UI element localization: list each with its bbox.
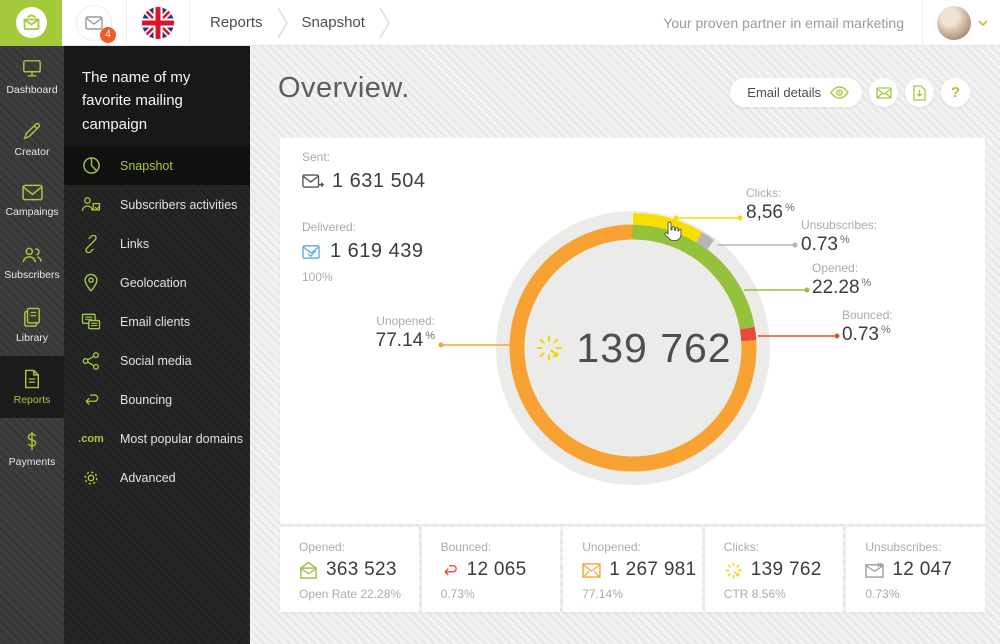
share-icon <box>78 351 104 370</box>
pencil-icon <box>23 122 41 139</box>
topbar-right: Your proven partner in email marketing <box>663 0 1000 46</box>
divider <box>126 0 127 46</box>
menu-item-bouncing[interactable]: Bouncing <box>64 380 250 419</box>
user-menu[interactable] <box>922 0 1000 46</box>
email-details-button[interactable]: Email details <box>730 78 862 107</box>
dollar-icon <box>27 431 37 450</box>
divider <box>189 0 190 46</box>
report-icon <box>24 369 40 388</box>
sidebar-item-dashboard[interactable]: Dashboard <box>0 46 64 108</box>
notification-badge: 4 <box>100 26 116 43</box>
library-icon <box>24 307 40 327</box>
bounce-arrow-icon <box>443 564 457 575</box>
gear-icon <box>78 469 104 487</box>
avatar <box>937 5 971 40</box>
topbar: 4 Reports Snapshot Your proven partner i… <box>0 0 1000 46</box>
clicks-icon <box>725 562 742 578</box>
envelope-icon <box>21 184 43 201</box>
app-logo[interactable] <box>0 0 62 46</box>
question-mark-icon: ? <box>950 84 961 101</box>
uk-flag-icon <box>142 6 174 39</box>
sidebar: Dashboard Creator Campaings Subscribers … <box>0 46 64 644</box>
sidebar-item-payments[interactable]: Payments <box>0 418 64 480</box>
screens-icon <box>78 313 104 330</box>
help-button[interactable]: ? <box>941 78 970 107</box>
sidebar-item-campaigns[interactable]: Campaings <box>0 170 64 232</box>
notifications-button[interactable]: 4 <box>76 4 116 43</box>
chevron-right-icon <box>276 6 288 40</box>
menu-item-snapshot[interactable]: Snapshot <box>64 146 250 185</box>
stat-card-opened: Opened: 363 523 Open Rate 22.28% <box>280 527 419 612</box>
menu-item-links[interactable]: Links <box>64 224 250 263</box>
logo-envelope-icon <box>15 7 47 38</box>
sidebar-item-reports[interactable]: Reports <box>0 356 64 418</box>
envelope-icon <box>875 86 892 99</box>
file-download-icon <box>913 84 926 101</box>
link-icon <box>78 234 104 253</box>
sidebar-item-subscribers[interactable]: Subscribers <box>0 232 64 294</box>
callout-clicks: Clicks: 8,56% <box>746 186 795 223</box>
callout-bounced: Bounced: 0.73% <box>842 308 893 345</box>
stat-card-unopened: Unopened: 1 267 981 77.14% <box>563 527 702 612</box>
chevron-down-icon <box>978 19 988 26</box>
brand-tagline: Your proven partner in email marketing <box>663 14 904 31</box>
report-panel: The name of my favorite mailing campaign… <box>64 46 250 644</box>
menu-item-social-media[interactable]: Social media <box>64 341 250 380</box>
dotcom-icon: .com <box>78 432 104 445</box>
sidebar-item-library[interactable]: Library <box>0 294 64 356</box>
callout-opened: Opened: 22.28% <box>812 261 872 298</box>
menu-item-most-popular-domains[interactable]: .com Most popular domains <box>64 419 250 458</box>
callout-unsubscribes: Unsubscribes: 0.73% <box>801 218 878 255</box>
callout-unopened: Unopened: 77.14% <box>375 314 435 351</box>
breadcrumb-reports[interactable]: Reports <box>196 14 277 31</box>
menu-item-subscribers-activities[interactable]: Subscribers activities <box>64 185 250 224</box>
opened-envelope-icon <box>300 561 317 579</box>
breadcrumb-snapshot[interactable]: Snapshot <box>288 14 379 31</box>
stat-card-bounced: Bounced: 12 065 0.73% <box>421 527 561 612</box>
unopened-envelope-icon <box>582 562 601 578</box>
header-actions: Email details ? <box>730 78 970 107</box>
overview-card: Sent: 1 631 504 Delivered: 1 619 439 100… <box>280 138 985 524</box>
dashboard-icon <box>23 59 41 77</box>
chevron-right-icon <box>379 6 390 40</box>
menu-item-email-clients[interactable]: Email clients <box>64 302 250 341</box>
eye-icon <box>830 86 849 99</box>
bounce-arrow-icon <box>78 392 104 407</box>
person-activity-icon <box>78 196 104 213</box>
main-content: Overview. Email details ? Sent: 1 631 50… <box>250 46 1000 644</box>
donut-backplate <box>496 211 770 485</box>
page-title: Overview. <box>278 72 410 104</box>
breadcrumb: Reports Snapshot <box>196 0 390 46</box>
sidebar-item-creator[interactable]: Creator <box>0 108 64 170</box>
language-flag-button[interactable] <box>141 5 175 40</box>
send-report-button[interactable] <box>869 78 898 107</box>
download-report-button[interactable] <box>905 78 934 107</box>
people-icon <box>22 247 42 262</box>
report-menu: Snapshot Subscribers activities Links Ge… <box>64 146 250 497</box>
stats-row: Opened: 363 523 Open Rate 22.28% Bounced… <box>280 527 985 612</box>
menu-item-advanced[interactable]: Advanced <box>64 458 250 497</box>
mail-icon <box>85 15 103 30</box>
stat-card-unsubscribes: Unsubscribes: 12 047 0.73% <box>846 527 985 612</box>
campaign-name: The name of my favorite mailing campaign <box>64 46 250 146</box>
map-pin-icon <box>78 273 104 292</box>
pie-chart-icon <box>78 156 104 175</box>
stat-card-clicks: Clicks: 139 762 CTR 8.56% <box>704 527 844 612</box>
menu-item-geolocation[interactable]: Geolocation <box>64 263 250 302</box>
unsubscribe-envelope-icon <box>865 562 885 578</box>
